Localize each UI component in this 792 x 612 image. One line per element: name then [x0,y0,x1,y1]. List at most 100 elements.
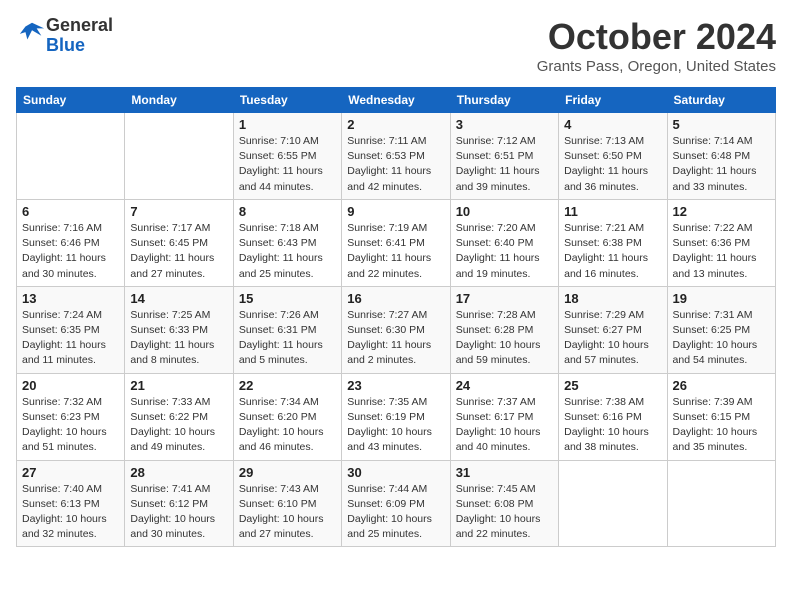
calendar-cell: 25Sunrise: 7:38 AM Sunset: 6:16 PM Dayli… [559,373,667,460]
day-info: Sunrise: 7:24 AM Sunset: 6:35 PM Dayligh… [22,308,119,369]
weekday-header-wednesday: Wednesday [342,88,450,113]
day-info: Sunrise: 7:37 AM Sunset: 6:17 PM Dayligh… [456,395,553,456]
calendar-cell: 2 Sunrise: 7:11 AM Sunset: 6:53 PM Daylig… [342,113,450,200]
day-number: 5 [673,117,770,132]
day-info: Sunrise: 7:44 AM Sunset: 6:09 PM Dayligh… [347,482,444,543]
day-info: Sunrise: 7:10 AM Sunset: 6:55 PM Dayligh… [239,134,336,195]
calendar-cell [667,460,775,547]
calendar-cell: 5 Sunrise: 7:14 AM Sunset: 6:48 PM Daylig… [667,113,775,200]
logo-text-line1: General [46,16,113,36]
day-number: 9 [347,204,444,219]
day-number: 2 [347,117,444,132]
day-number: 4 [564,117,661,132]
day-info: Sunrise: 7:28 AM Sunset: 6:28 PM Dayligh… [456,308,553,369]
calendar-cell: 14Sunrise: 7:25 AM Sunset: 6:33 PM Dayli… [125,286,233,373]
day-info: Sunrise: 7:20 AM Sunset: 6:40 PM Dayligh… [456,221,553,282]
day-number: 24 [456,378,553,393]
day-info: Sunrise: 7:18 AM Sunset: 6:43 PM Dayligh… [239,221,336,282]
day-info: Sunrise: 7:34 AM Sunset: 6:20 PM Dayligh… [239,395,336,456]
day-number: 26 [673,378,770,393]
calendar-cell: 19Sunrise: 7:31 AM Sunset: 6:25 PM Dayli… [667,286,775,373]
day-number: 15 [239,291,336,306]
calendar-cell: 13 Sunrise: 7:24 AM Sunset: 6:35 PM Dayli… [17,286,125,373]
day-info: Sunrise: 7:38 AM Sunset: 6:16 PM Dayligh… [564,395,661,456]
calendar-cell [125,113,233,200]
day-number: 3 [456,117,553,132]
day-number: 10 [456,204,553,219]
day-info: Sunrise: 7:21 AM Sunset: 6:38 PM Dayligh… [564,221,661,282]
calendar-cell: 27 Sunrise: 7:40 AM Sunset: 6:13 PM Dayli… [17,460,125,547]
calendar-cell: 15 Sunrise: 7:26 AM Sunset: 6:31 PM Dayli… [233,286,341,373]
day-number: 20 [22,378,119,393]
day-number: 29 [239,465,336,480]
calendar-cell: 30 Sunrise: 7:44 AM Sunset: 6:09 PM Dayli… [342,460,450,547]
calendar-cell: 22 Sunrise: 7:34 AM Sunset: 6:20 PM Dayli… [233,373,341,460]
day-number: 27 [22,465,119,480]
day-number: 19 [673,291,770,306]
weekday-header-tuesday: Tuesday [233,88,341,113]
day-info: Sunrise: 7:13 AM Sunset: 6:50 PM Dayligh… [564,134,661,195]
calendar-cell: 21Sunrise: 7:33 AM Sunset: 6:22 PM Dayli… [125,373,233,460]
logo: General Blue [16,16,113,56]
day-info: Sunrise: 7:19 AM Sunset: 6:41 PM Dayligh… [347,221,444,282]
day-info: Sunrise: 7:17 AM Sunset: 6:45 PM Dayligh… [130,221,227,282]
day-info: Sunrise: 7:35 AM Sunset: 6:19 PM Dayligh… [347,395,444,456]
day-info: Sunrise: 7:22 AM Sunset: 6:36 PM Dayligh… [673,221,770,282]
day-number: 12 [673,204,770,219]
day-number: 22 [239,378,336,393]
title-block: October 2024 Grants Pass, Oregon, United… [537,16,776,75]
day-info: Sunrise: 7:32 AM Sunset: 6:23 PM Dayligh… [22,395,119,456]
weekday-header-friday: Friday [559,88,667,113]
day-info: Sunrise: 7:16 AM Sunset: 6:46 PM Dayligh… [22,221,119,282]
logo-text-line2: Blue [46,36,113,56]
day-number: 11 [564,204,661,219]
day-info: Sunrise: 7:26 AM Sunset: 6:31 PM Dayligh… [239,308,336,369]
weekday-header-monday: Monday [125,88,233,113]
calendar-cell: 8 Sunrise: 7:18 AM Sunset: 6:43 PM Daylig… [233,199,341,286]
calendar-cell: 18 Sunrise: 7:29 AM Sunset: 6:27 PM Dayli… [559,286,667,373]
calendar-cell: 9 Sunrise: 7:19 AM Sunset: 6:41 PM Daylig… [342,199,450,286]
day-number: 31 [456,465,553,480]
calendar-cell: 29 Sunrise: 7:43 AM Sunset: 6:10 PM Dayli… [233,460,341,547]
calendar-cell [559,460,667,547]
day-info: Sunrise: 7:39 AM Sunset: 6:15 PM Dayligh… [673,395,770,456]
calendar-cell: 26 Sunrise: 7:39 AM Sunset: 6:15 PM Dayli… [667,373,775,460]
day-info: Sunrise: 7:40 AM Sunset: 6:13 PM Dayligh… [22,482,119,543]
calendar-cell: 24 Sunrise: 7:37 AM Sunset: 6:17 PM Dayli… [450,373,558,460]
day-number: 7 [130,204,227,219]
calendar-cell: 11 Sunrise: 7:21 AM Sunset: 6:38 PM Dayli… [559,199,667,286]
calendar-cell: 6 Sunrise: 7:16 AM Sunset: 6:46 PM Daylig… [17,199,125,286]
day-info: Sunrise: 7:41 AM Sunset: 6:12 PM Dayligh… [130,482,227,543]
calendar-cell: 3Sunrise: 7:12 AM Sunset: 6:51 PM Daylig… [450,113,558,200]
calendar-cell: 1 Sunrise: 7:10 AM Sunset: 6:55 PM Daylig… [233,113,341,200]
calendar-cell: 23 Sunrise: 7:35 AM Sunset: 6:19 PM Dayli… [342,373,450,460]
location-subtitle: Grants Pass, Oregon, United States [537,58,776,75]
day-info: Sunrise: 7:25 AM Sunset: 6:33 PM Dayligh… [130,308,227,369]
day-info: Sunrise: 7:27 AM Sunset: 6:30 PM Dayligh… [347,308,444,369]
calendar-cell: 31 Sunrise: 7:45 AM Sunset: 6:08 PM Dayli… [450,460,558,547]
day-number: 30 [347,465,444,480]
day-number: 1 [239,117,336,132]
calendar-cell: 20 Sunrise: 7:32 AM Sunset: 6:23 PM Dayli… [17,373,125,460]
day-number: 18 [564,291,661,306]
day-number: 28 [130,465,227,480]
weekday-header-saturday: Saturday [667,88,775,113]
day-info: Sunrise: 7:14 AM Sunset: 6:48 PM Dayligh… [673,134,770,195]
page-header: General Blue October 2024 Grants Pass, O… [16,16,776,75]
day-number: 6 [22,204,119,219]
month-title: October 2024 [537,16,776,58]
day-info: Sunrise: 7:43 AM Sunset: 6:10 PM Dayligh… [239,482,336,543]
calendar-cell [17,113,125,200]
day-number: 13 [22,291,119,306]
day-info: Sunrise: 7:45 AM Sunset: 6:08 PM Dayligh… [456,482,553,543]
calendar-cell: 16Sunrise: 7:27 AM Sunset: 6:30 PM Dayli… [342,286,450,373]
day-number: 23 [347,378,444,393]
calendar-cell: 12 Sunrise: 7:22 AM Sunset: 6:36 PM Dayli… [667,199,775,286]
calendar-cell: 10 Sunrise: 7:20 AM Sunset: 6:40 PM Dayli… [450,199,558,286]
day-info: Sunrise: 7:29 AM Sunset: 6:27 PM Dayligh… [564,308,661,369]
day-number: 8 [239,204,336,219]
day-info: Sunrise: 7:11 AM Sunset: 6:53 PM Dayligh… [347,134,444,195]
weekday-header-thursday: Thursday [450,88,558,113]
day-info: Sunrise: 7:33 AM Sunset: 6:22 PM Dayligh… [130,395,227,456]
calendar-cell: 4 Sunrise: 7:13 AM Sunset: 6:50 PM Daylig… [559,113,667,200]
